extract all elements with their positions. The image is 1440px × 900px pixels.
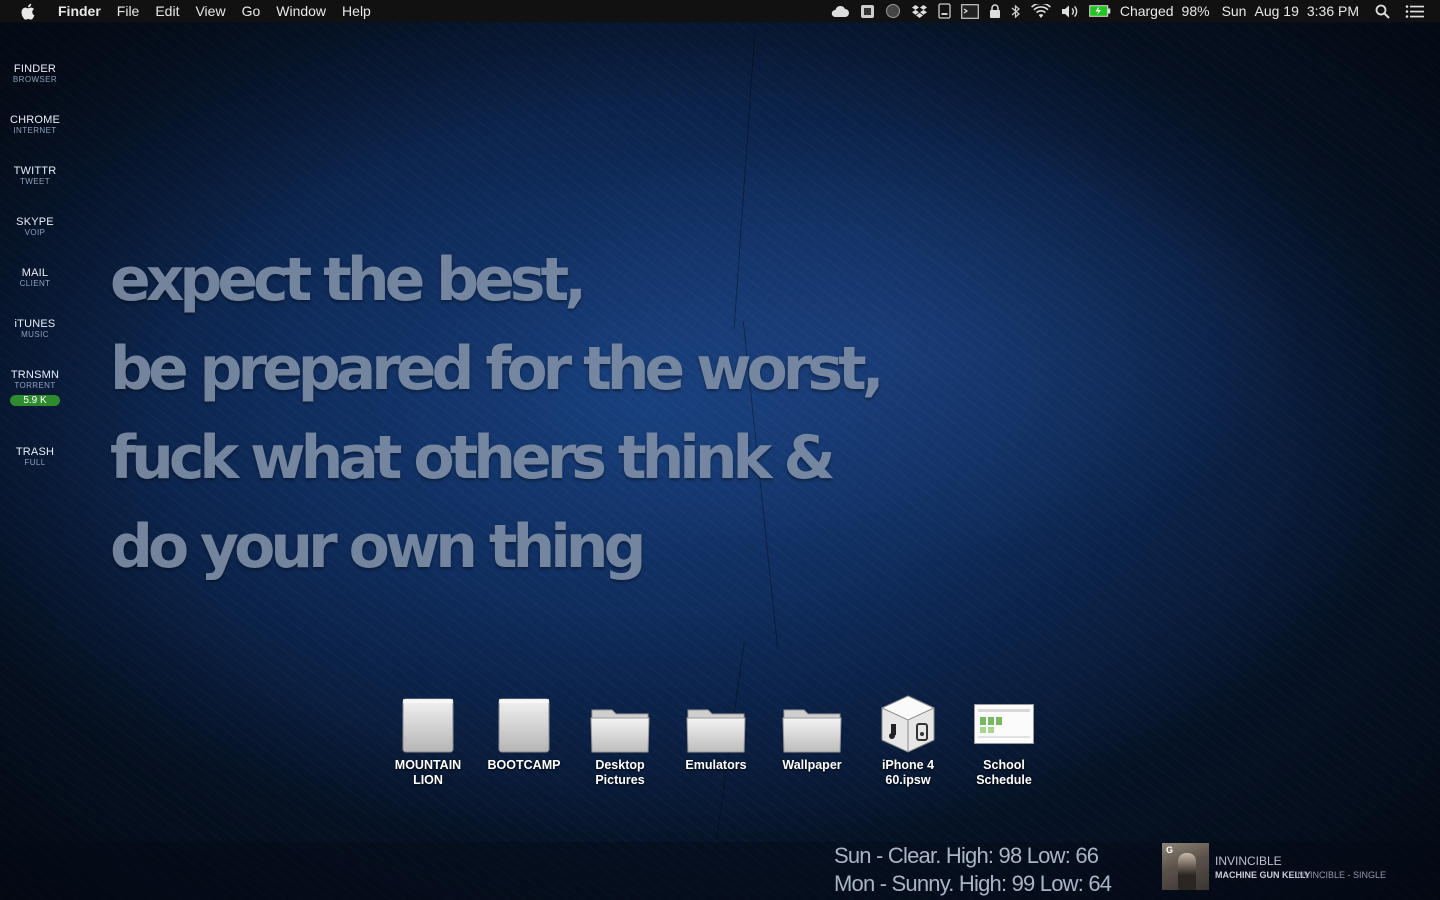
launcher-title: iTUNES: [14, 318, 56, 330]
desktop[interactable]: Finder File Edit View Go Window Help Cha…: [0, 0, 1440, 900]
menu-bar: Finder File Edit View Go Window Help Cha…: [0, 0, 1440, 22]
bluetooth-icon[interactable]: [1011, 0, 1021, 22]
desktop-icon-label: School Schedule: [976, 758, 1032, 787]
itunes-file-icon: [876, 690, 940, 754]
desktop-icon-bootcamp[interactable]: BOOTCAMP: [476, 690, 572, 773]
desktop-icon-iphone-ipsw[interactable]: iPhone 4 60.ipsw: [860, 690, 956, 788]
hard-drive-icon: [492, 690, 556, 754]
spreadsheet-thumbnail-icon: [972, 690, 1036, 754]
now-playing-widget[interactable]: G INVINCIBLE MACHINE GUN KELLY INVINCIBL…: [1162, 843, 1422, 891]
launcher-subtitle: CLIENT: [19, 279, 51, 288]
launcher-subtitle: FULL: [24, 458, 46, 467]
wallpaper-quote: expect the best, be prepared for the wor…: [110, 236, 885, 592]
hard-drive-icon: [396, 690, 460, 754]
desktop-icon-school-schedule[interactable]: School Schedule: [956, 690, 1052, 788]
launcher-title: TRASH: [15, 446, 55, 458]
launcher-title: CHROME: [9, 114, 61, 126]
launcher-item-finder[interactable]: FINDER BROWSER: [0, 63, 70, 84]
quote-line: do your own thing: [110, 512, 646, 582]
clock-day[interactable]: Sun: [1222, 3, 1247, 19]
launcher-item-mail[interactable]: MAIL CLIENT: [0, 267, 70, 288]
quote-line: expect the best,: [110, 245, 587, 315]
launcher-item-transmission[interactable]: TRNSMN TORRENT 5.9 K: [0, 369, 70, 408]
launcher-subtitle: VOIP: [24, 228, 46, 237]
desktop-icon-mountain-lion[interactable]: MOUNTAIN LION: [380, 690, 476, 788]
desktop-icon-label: iPhone 4 60.ipsw: [881, 758, 935, 787]
desktop-icon-desktop-pictures[interactable]: Desktop Pictures: [572, 690, 668, 788]
launcher-item-twittr[interactable]: TWITTR TWEET: [0, 165, 70, 186]
launcher-subtitle: TORRENT: [14, 381, 56, 390]
app-status-icon[interactable]: [860, 0, 875, 22]
folder-icon: [780, 690, 844, 754]
quote-line: be prepared for the worst,: [110, 334, 885, 404]
launcher-subtitle: TWEET: [20, 177, 50, 186]
launcher-title: TRNSMN: [10, 369, 60, 381]
weather-forecast-line: Sun - Clear. High: 98 Low: 66: [834, 843, 1099, 868]
clock-time[interactable]: 3:36 PM: [1307, 3, 1359, 19]
quote-line: fuck what others think &: [110, 423, 836, 493]
track-album: INVINCIBLE - SINGLE: [1295, 870, 1387, 880]
menu-app-finder[interactable]: Finder: [50, 0, 109, 22]
launcher-subtitle: INTERNET: [13, 126, 57, 135]
wifi-icon[interactable]: [1030, 0, 1051, 22]
download-speed-badge: 5.9 K: [10, 395, 60, 406]
launcher-title: MAIL: [21, 267, 49, 279]
launcher-item-skype[interactable]: SKYPE VOIP: [0, 216, 70, 237]
weather-forecast-line: Mon - Sunny. High: 99 Low: 64: [834, 871, 1112, 896]
menu-help[interactable]: Help: [334, 0, 379, 22]
launcher-item-trash[interactable]: TRASH FULL: [0, 446, 70, 467]
launcher-item-chrome[interactable]: CHROME INTERNET: [0, 114, 70, 135]
desktop-icon-label: Emulators: [685, 758, 747, 772]
cloud-icon[interactable]: [830, 0, 850, 22]
menu-window[interactable]: Window: [268, 0, 334, 22]
launcher-subtitle: BROWSER: [12, 75, 58, 84]
notification-center-icon[interactable]: [1405, 0, 1425, 22]
desktop-icon-label: BOOTCAMP: [487, 758, 561, 772]
desktop-icon-emulators[interactable]: Emulators: [668, 690, 764, 773]
launcher-title: FINDER: [13, 63, 57, 75]
launcher-subtitle: MUSIC: [21, 330, 49, 339]
terminal-icon[interactable]: [960, 0, 979, 22]
lock-icon[interactable]: [989, 0, 1001, 22]
desktop-icon-label: Wallpaper: [782, 758, 842, 772]
dropbox-icon[interactable]: [911, 0, 928, 22]
menu-view[interactable]: View: [187, 0, 233, 22]
folder-icon: [684, 690, 748, 754]
spotlight-search-icon[interactable]: [1375, 0, 1390, 22]
device-status-icon[interactable]: [938, 0, 951, 22]
weather-widget: Sun - Clear. High: 98 Low: 66 Mon - Sunn…: [834, 842, 1112, 898]
menu-file[interactable]: File: [109, 0, 148, 22]
track-title: INVINCIBLE: [1215, 854, 1282, 868]
volume-icon[interactable]: [1061, 0, 1079, 22]
battery-percent[interactable]: 98%: [1182, 3, 1210, 19]
launcher-title: TWITTR: [13, 165, 57, 177]
album-art: G: [1162, 843, 1209, 890]
desktop-icon-label: MOUNTAIN LION: [394, 758, 462, 787]
clock-date[interactable]: Aug 19: [1254, 3, 1298, 19]
menu-edit[interactable]: Edit: [147, 0, 187, 22]
folder-icon: [588, 690, 652, 754]
menu-go[interactable]: Go: [234, 0, 269, 22]
album-art-figure: [1178, 853, 1196, 890]
battery-status-text[interactable]: Charged: [1120, 3, 1174, 19]
apple-menu-icon[interactable]: [18, 2, 36, 20]
desktop-icon-label: Desktop Pictures: [595, 758, 645, 787]
circle-app-icon[interactable]: [885, 0, 901, 22]
album-art-logo: G: [1166, 845, 1174, 855]
desktop-icon-wallpaper[interactable]: Wallpaper: [764, 690, 860, 773]
launcher-title: SKYPE: [16, 216, 54, 228]
launcher-item-itunes[interactable]: iTUNES MUSIC: [0, 318, 70, 339]
battery-icon[interactable]: [1089, 0, 1111, 22]
status-area: Charged 98% Sun Aug 19 3:36 PM: [825, 0, 1440, 22]
